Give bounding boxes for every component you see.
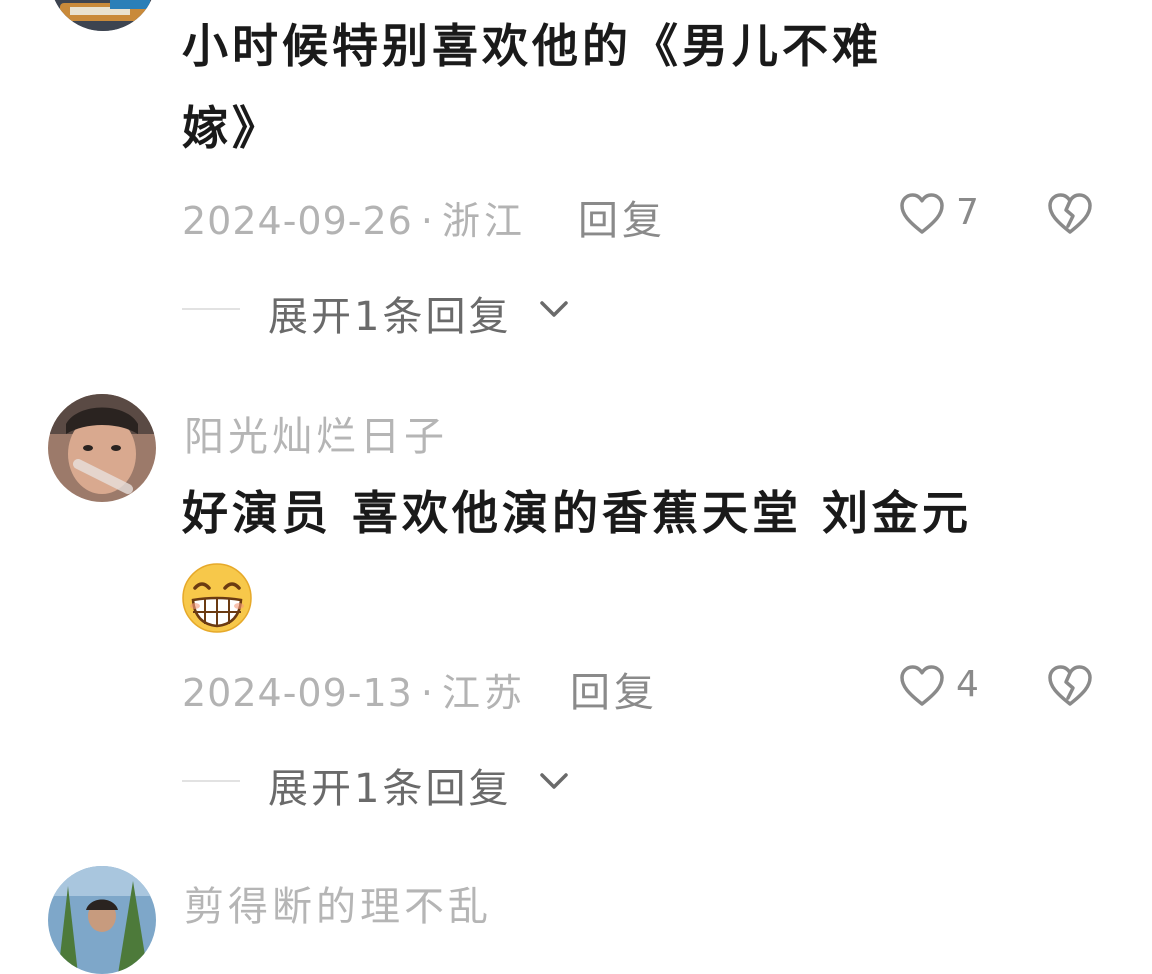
username[interactable]: 剪得断的理不乱 xyxy=(184,874,492,932)
expand-divider xyxy=(182,308,240,310)
meta-separator: · xyxy=(420,199,434,243)
comment-text: 好演员 喜欢他演的香蕉天堂 刘金元 xyxy=(182,486,973,540)
avatar[interactable] xyxy=(50,0,156,31)
avatar-image xyxy=(50,0,156,31)
reply-button[interactable]: 回复 xyxy=(570,660,658,718)
expand-replies-button[interactable]: 展开1条回复 xyxy=(268,756,511,814)
username[interactable]: 阳光灿烂日子 xyxy=(184,404,448,462)
comment-date: 2024-09-13 xyxy=(182,671,413,715)
comment-meta: 2024-09-13 · 江苏 xyxy=(182,662,526,717)
avatar-image xyxy=(48,866,156,974)
comment-location: 浙江 xyxy=(441,199,526,243)
comment-meta: 2024-09-26 · 浙江 xyxy=(182,190,526,245)
comment-text-line2: 嫁》 xyxy=(182,101,282,155)
comment-date: 2024-09-26 xyxy=(182,199,413,243)
heart-outline-icon[interactable] xyxy=(898,662,946,710)
expand-divider xyxy=(182,780,240,782)
like-count: 4 xyxy=(956,664,979,705)
avatar[interactable] xyxy=(48,866,156,974)
chevron-down-icon[interactable] xyxy=(538,770,570,792)
comment-location: 江苏 xyxy=(441,671,526,715)
expand-replies-button[interactable]: 展开1条回复 xyxy=(268,284,511,342)
meta-separator: · xyxy=(420,671,434,715)
heart-outline-icon[interactable] xyxy=(898,190,946,238)
like-count: 7 xyxy=(956,192,979,233)
broken-heart-icon[interactable] xyxy=(1046,190,1094,238)
broken-heart-icon[interactable] xyxy=(1046,662,1094,710)
chevron-down-icon[interactable] xyxy=(538,298,570,320)
avatar[interactable] xyxy=(48,394,156,502)
grinning-emoji-icon xyxy=(182,563,252,633)
avatar-image xyxy=(48,394,156,502)
reply-button[interactable]: 回复 xyxy=(578,188,666,246)
comment-text: 小时候特别喜欢他的《男儿不难 xyxy=(182,19,882,73)
